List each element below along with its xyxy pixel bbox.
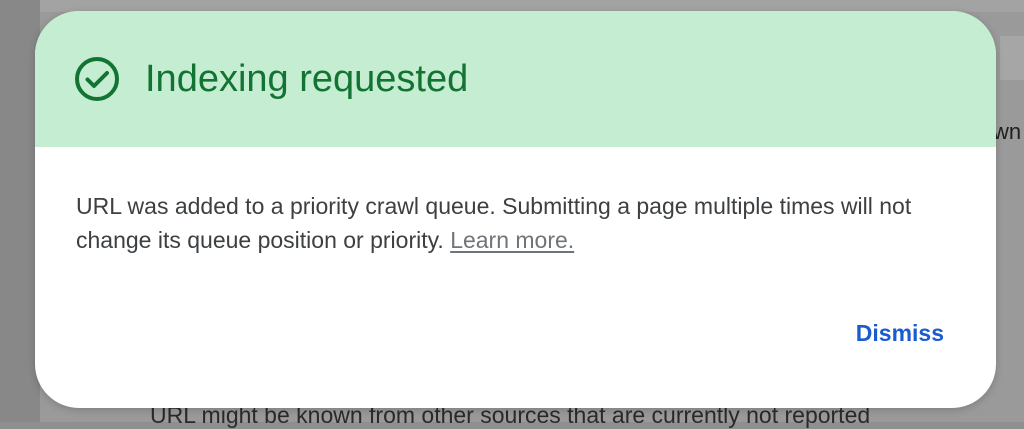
dialog-header: Indexing requested: [35, 11, 996, 147]
dismiss-button[interactable]: Dismiss: [856, 316, 944, 350]
learn-more-link[interactable]: Learn more.: [450, 227, 574, 253]
background-left-strip: [0, 0, 40, 422]
check-circle-icon: [75, 57, 119, 101]
dialog-title: Indexing requested: [145, 58, 469, 100]
background-right-panel: [1000, 36, 1024, 80]
dialog-message: URL was added to a priority crawl queue.…: [76, 189, 956, 257]
indexing-requested-dialog: Indexing requested URL was added to a pr…: [35, 11, 996, 408]
background-right-text: wn: [993, 119, 1022, 144]
